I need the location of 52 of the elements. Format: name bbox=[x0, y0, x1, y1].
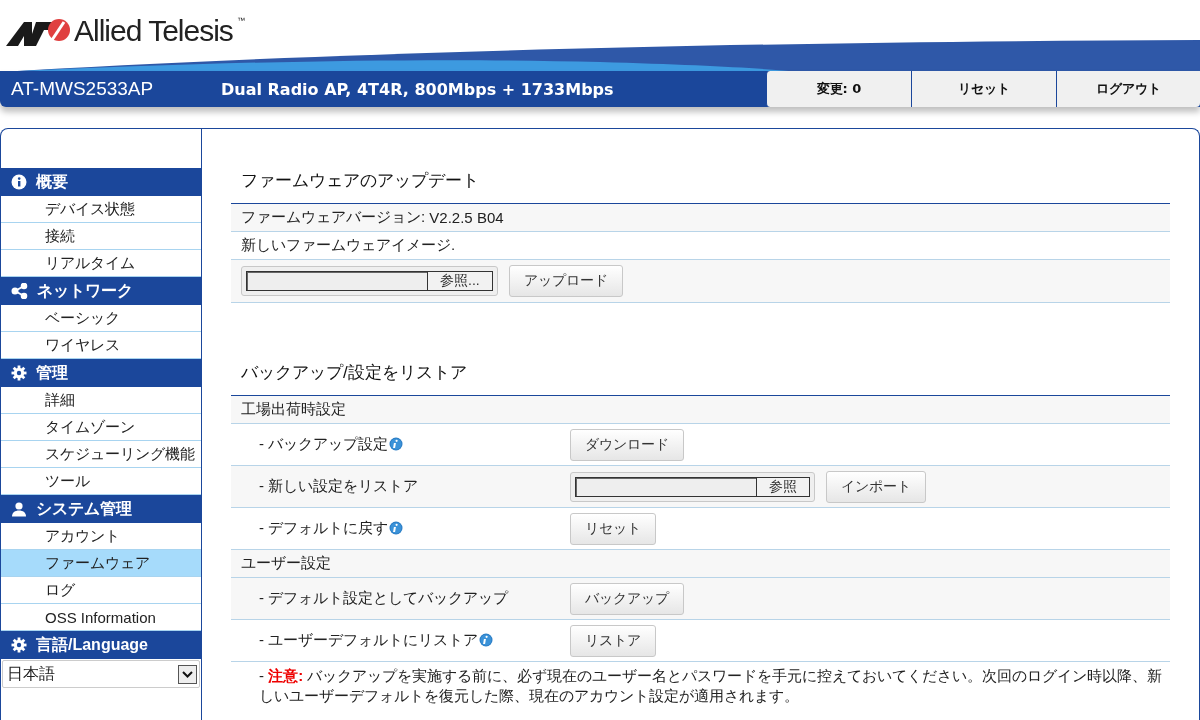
image-label: 新しいファームウェアイメージ. bbox=[241, 236, 456, 255]
file-picker[interactable]: 参照 bbox=[570, 471, 815, 502]
setting-label: - デフォルト設定としてバックアップ bbox=[259, 589, 509, 606]
nav-section-header[interactable]: 管理 bbox=[1, 359, 201, 387]
info-icon[interactable] bbox=[479, 633, 494, 647]
gear-icon bbox=[11, 637, 27, 653]
section-title: ファームウェアのアップデート bbox=[241, 169, 480, 192]
header-button[interactable]: ログアウト bbox=[1056, 71, 1200, 107]
warning-note: - 注意: バックアップを実施する前に、必ず現在のユーザー名とパスワードを手元に控えておいてください。次回のログイン時以降、新しいユーザーデフォルトを復元した際、現在のアカウント設定が適用されます。 bbox=[258, 666, 1164, 706]
browse-button[interactable]: 参照 bbox=[756, 476, 810, 497]
action-button[interactable]: インポート bbox=[826, 470, 926, 503]
header-button[interactable]: リセット bbox=[911, 71, 1056, 107]
nav-section-header[interactable]: 言語/Language bbox=[1, 631, 201, 659]
version-label: ファームウェアバージョン: bbox=[241, 208, 426, 227]
nav-item[interactable]: ファームウェア bbox=[1, 550, 201, 577]
nav-section-header[interactable]: ネットワーク bbox=[1, 277, 201, 305]
gear-icon bbox=[11, 365, 27, 381]
browse-button[interactable]: 参照... bbox=[427, 271, 493, 291]
action-button[interactable]: ダウンロード bbox=[570, 428, 684, 461]
trademark-mark: ™ bbox=[236, 16, 245, 25]
info-icon[interactable] bbox=[389, 521, 404, 535]
share-icon bbox=[11, 283, 28, 299]
group-label: ユーザー設定 bbox=[241, 554, 331, 573]
setting-label: - 新しい設定をリストア bbox=[259, 477, 419, 494]
nav-section-title: 言語/Language bbox=[36, 634, 148, 655]
header-button[interactable]: 変更: 0 bbox=[766, 71, 911, 107]
setting-label: - バックアップ設定 bbox=[259, 435, 389, 452]
group-label: 工場出荷時設定 bbox=[241, 400, 346, 419]
nav-section-title: 概要 bbox=[36, 171, 68, 192]
section-title: バックアップ/設定をリストア bbox=[241, 361, 468, 384]
info-icon bbox=[11, 174, 27, 190]
caret-icon bbox=[182, 670, 193, 678]
action-button[interactable]: バックアップ bbox=[570, 582, 684, 615]
action-button[interactable]: リセット bbox=[570, 512, 656, 545]
model-description: Dual Radio AP, 4T4R, 800Mbps + 1733Mbps bbox=[221, 79, 615, 99]
model-name: AT-MWS2533AP bbox=[11, 78, 155, 100]
upload-button[interactable]: アップロード bbox=[508, 265, 623, 297]
nav-section-header[interactable]: システム管理 bbox=[1, 495, 201, 523]
nav-section-title: システム管理 bbox=[36, 498, 132, 519]
logo-icon bbox=[6, 18, 70, 46]
setting-label: - デフォルトに戻す bbox=[259, 519, 389, 536]
action-button[interactable]: リストア bbox=[570, 624, 656, 657]
file-picker[interactable]: 参照... bbox=[241, 266, 498, 296]
nav-section-header[interactable]: 概要 bbox=[1, 168, 201, 196]
brand-name: Allied Telesis bbox=[74, 16, 233, 46]
setting-label: - ユーザーデフォルトにリストア bbox=[259, 631, 479, 648]
language-select[interactable]: 日本語 bbox=[2, 660, 200, 688]
info-icon[interactable] bbox=[389, 437, 404, 451]
user-icon bbox=[11, 501, 27, 517]
nav-section-title: ネットワーク bbox=[37, 280, 133, 301]
version-value: V2.2.5 B04 bbox=[429, 209, 504, 226]
nav-section-title: 管理 bbox=[36, 362, 68, 383]
